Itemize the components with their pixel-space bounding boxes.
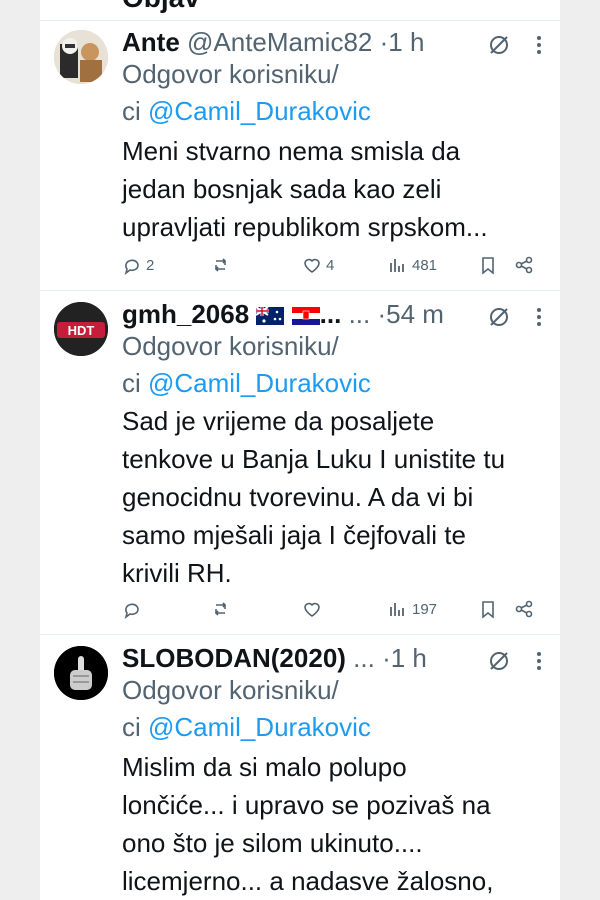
divider <box>40 20 560 21</box>
reply-label-cont: ci <box>122 96 148 126</box>
heart-icon <box>304 602 320 617</box>
name-truncation: ... <box>319 299 342 329</box>
views-button[interactable]: 197 <box>388 596 437 622</box>
views-icon <box>390 603 404 616</box>
reply-icon <box>124 603 139 619</box>
tweet-line: Sad je vrijeme da posaljete <box>122 406 435 436</box>
avatar-badge-text: HDT <box>68 323 95 338</box>
tweet-line: jedan bosnjak sada kao zeli <box>122 174 442 204</box>
user-name[interactable]: SLOBODAN(2020) <box>122 643 346 673</box>
action-bar: 197 <box>122 596 552 622</box>
tweet-line: ono što je silom ukinuto.... <box>122 828 423 858</box>
reply-label-cont: ci <box>122 368 148 398</box>
tweet-line: samo mješali jaja I čejfovali te <box>122 520 466 550</box>
bookmark-button[interactable] <box>478 596 498 622</box>
tweet-line: lončiće... i upravo se pozivaš na <box>122 790 491 820</box>
croatia-flag-icon <box>291 307 320 325</box>
divider <box>40 290 560 291</box>
grok-icon[interactable] <box>488 650 510 672</box>
share-button[interactable] <box>514 596 534 622</box>
reply-context: Odgovor korisniku/ ci @Camil_Durakovic <box>122 672 542 746</box>
timestamp[interactable]: 1 h <box>391 643 427 673</box>
views-icon <box>390 259 404 272</box>
share-button[interactable] <box>514 252 534 278</box>
reply-context: Odgovor korisniku/ ci @Camil_Durakovic <box>122 56 542 130</box>
right-gutter <box>560 0 600 900</box>
tweet-ante[interactable]: Ante @AnteMamic82 ·1 h Odgovor korisniku… <box>40 24 560 290</box>
divider <box>40 634 560 635</box>
bookmark-icon <box>482 601 494 619</box>
bookmark-icon <box>482 257 494 275</box>
separator-dot: · <box>377 299 387 329</box>
tweet-line: upravljati republikom srpskom... <box>122 212 488 242</box>
retweet-button[interactable] <box>212 252 232 278</box>
user-handle[interactable]: @AnteMamic82 <box>187 27 372 57</box>
user-handle[interactable]: ... <box>353 643 375 673</box>
avatar[interactable] <box>54 646 108 700</box>
reply-button[interactable]: 2 <box>122 252 154 278</box>
tweet-line: Mislim da si malo polupo <box>122 752 407 782</box>
more-options-icon[interactable] <box>536 34 542 56</box>
like-count: 4 <box>326 256 335 274</box>
tweet-line: tenkove u Banja Luku I unistite tu <box>122 444 506 474</box>
user-name[interactable]: Ante <box>122 27 180 57</box>
tweet-line: Meni stvarno nema smisla da <box>122 136 461 166</box>
bookmark-button[interactable] <box>478 252 498 278</box>
retweet-icon <box>214 258 227 272</box>
retweet-icon <box>214 602 227 616</box>
tweet-line: licemjerno... a nadasve žalosno, <box>122 866 494 896</box>
user-name[interactable]: gmh_2068 <box>122 299 249 329</box>
like-button[interactable]: 4 <box>302 252 334 278</box>
heart-icon <box>304 258 320 273</box>
like-button[interactable] <box>302 596 322 622</box>
separator-dot: · <box>382 643 391 673</box>
reply-context: Odgovor korisniku/ ci @Camil_Durakovic <box>122 328 542 402</box>
tweet-line: genocidnu tvorevinu. A da vi bi <box>122 482 474 512</box>
more-options-icon[interactable] <box>536 306 542 328</box>
share-icon <box>515 256 533 274</box>
views-count: 197 <box>412 600 438 618</box>
reply-label: Odgovor korisniku/ <box>122 675 339 705</box>
more-options-icon[interactable] <box>536 650 542 672</box>
tweet-slobodan[interactable]: SLOBODAN(2020) ... ·1 h Odgovor korisnik… <box>40 640 560 900</box>
views-button[interactable]: 481 <box>388 252 437 278</box>
action-bar: 2 4 481 <box>122 252 552 278</box>
share-icon <box>515 600 533 618</box>
reply-label-cont: ci <box>122 712 148 742</box>
reply-icon <box>124 259 139 275</box>
section-title-cut: Objav <box>122 0 200 14</box>
views-count: 481 <box>412 256 438 274</box>
user-handle[interactable]: ... <box>349 299 371 329</box>
grok-icon[interactable] <box>488 34 510 56</box>
timestamp[interactable]: 1 h <box>388 27 424 57</box>
avatar[interactable] <box>54 30 108 84</box>
mention-link[interactable]: @Camil_Durakovic <box>148 96 371 126</box>
tweet-text: Mislim da si malo polupo lončiće... i up… <box>122 748 552 900</box>
reply-count: 2 <box>146 256 155 274</box>
retweet-button[interactable] <box>212 596 232 622</box>
tweet-gmh[interactable]: HDT gmh_2068 ... ... ·54 m Odgovor koris… <box>40 296 560 630</box>
left-gutter <box>0 0 40 900</box>
grok-icon[interactable] <box>488 306 510 328</box>
tweet-feed[interactable]: Objav Ante @AnteMamic82 ·1 h Odg <box>40 0 560 900</box>
australia-flag-icon <box>255 306 285 325</box>
tweet-text: Sad je vrijeme da posaljete tenkove u Ba… <box>122 402 552 592</box>
mention-link[interactable]: @Camil_Durakovic <box>148 712 371 742</box>
reply-button[interactable] <box>122 596 142 622</box>
timestamp[interactable]: 54 m <box>386 299 444 329</box>
mention-link[interactable]: @Camil_Durakovic <box>148 368 371 398</box>
separator-dot: · <box>379 27 389 57</box>
reply-label: Odgovor korisniku/ <box>122 331 339 361</box>
avatar[interactable]: HDT <box>54 302 108 356</box>
tweet-text: Meni stvarno nema smisla da jedan bosnja… <box>122 132 552 246</box>
reply-label: Odgovor korisniku/ <box>122 59 339 89</box>
tweet-line: krivili RH. <box>122 558 232 588</box>
